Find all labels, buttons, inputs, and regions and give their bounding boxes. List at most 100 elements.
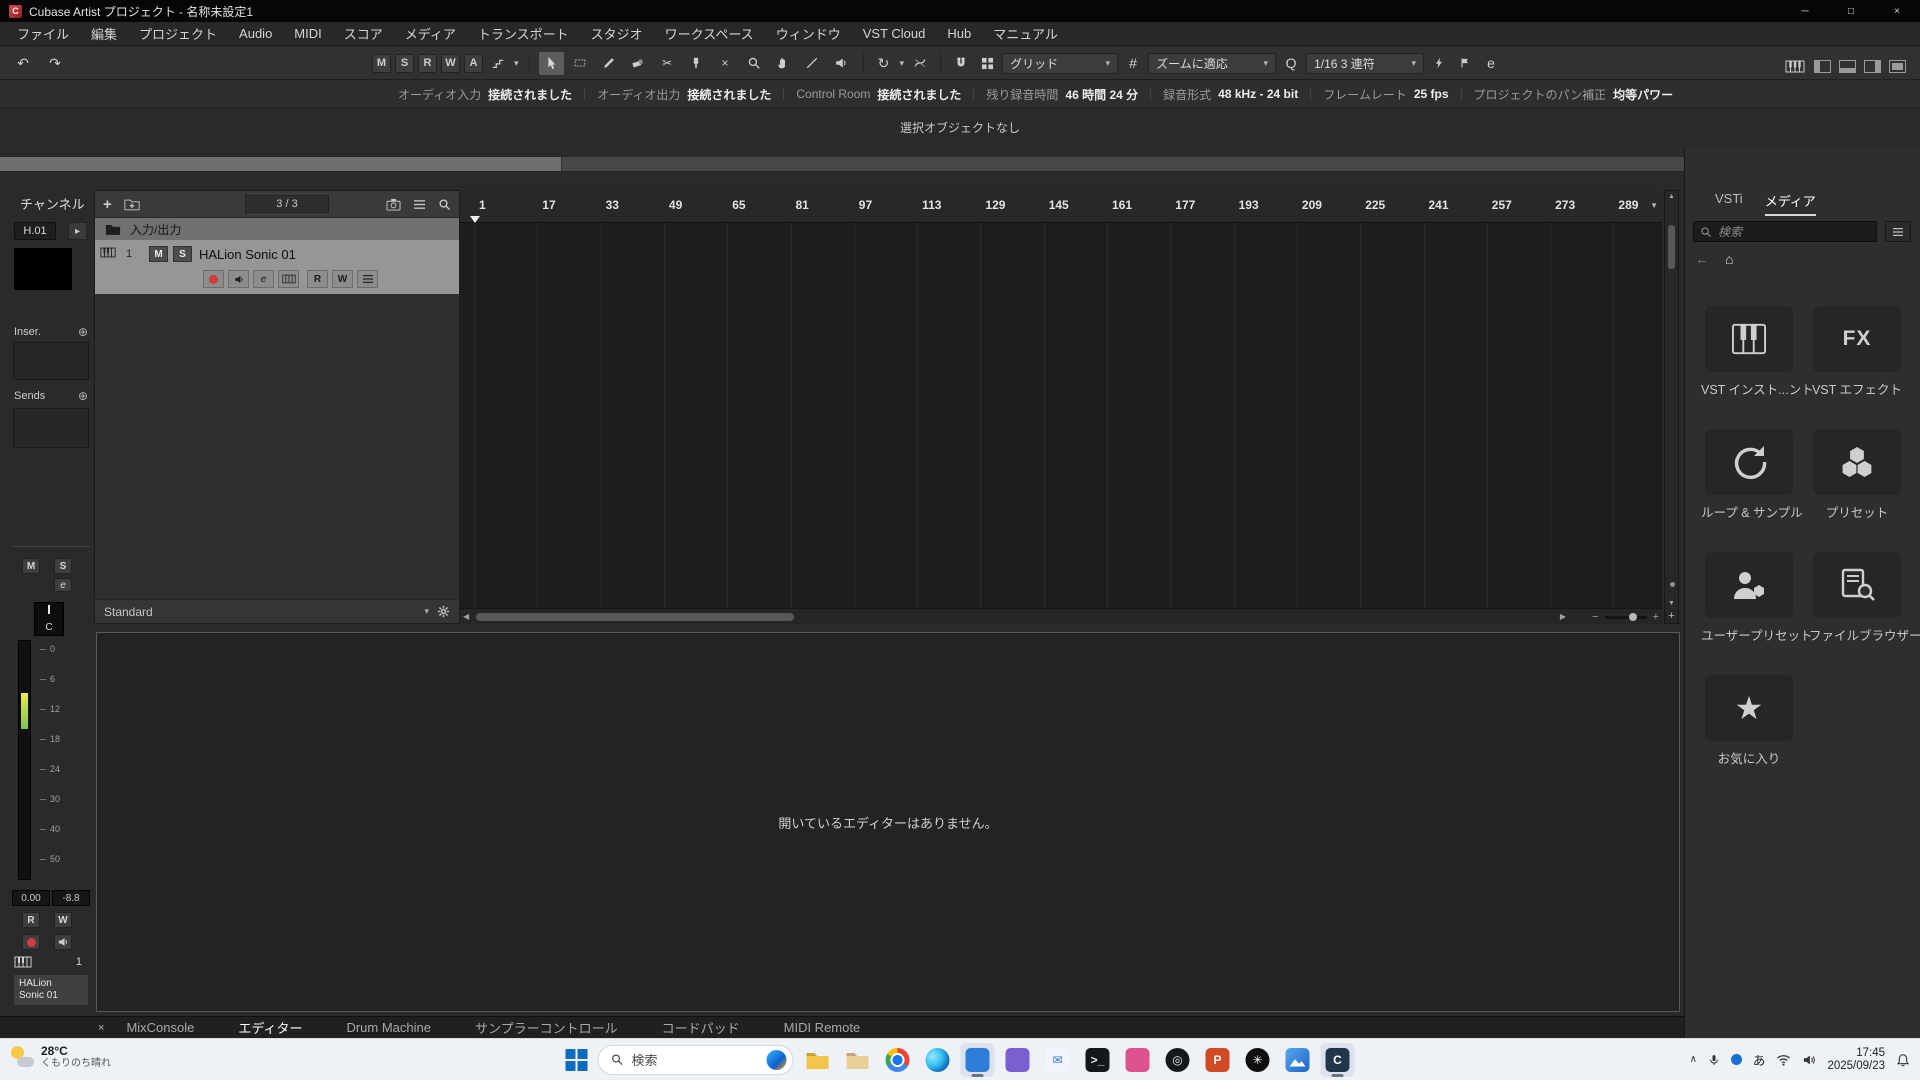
bluetooth-device-icon[interactable]: [1731, 1054, 1742, 1065]
edge-icon[interactable]: [921, 1043, 955, 1077]
automation-panel-icon[interactable]: [487, 51, 509, 75]
mic-icon[interactable]: [1708, 1053, 1720, 1067]
menu-item-5[interactable]: スコア: [333, 22, 394, 45]
line-tool-button[interactable]: [800, 52, 825, 75]
snap-grid-icon[interactable]: [976, 51, 998, 75]
zoom-in-icon[interactable]: +: [1653, 611, 1659, 623]
photos-app-icon[interactable]: [1281, 1043, 1315, 1077]
zoom-slider-thumb[interactable]: [1629, 613, 1637, 621]
rack-tab-media[interactable]: メディア: [1765, 191, 1816, 216]
zone-setup-toggle[interactable]: [1889, 60, 1906, 73]
menu-item-3[interactable]: Audio: [228, 22, 283, 45]
instrument-track-row[interactable]: 1 M S HALion Sonic 01 e R W: [95, 240, 459, 294]
channel-preset[interactable]: H.01: [14, 222, 56, 240]
menu-item-11[interactable]: VST Cloud: [852, 22, 937, 45]
play-tool-button[interactable]: [829, 52, 854, 75]
search-highlights-icon[interactable]: [767, 1050, 787, 1070]
volume-icon[interactable]: [1802, 1054, 1816, 1066]
menu-item-4[interactable]: MIDI: [283, 22, 332, 45]
scroll-right-icon[interactable]: ▶: [1560, 612, 1566, 621]
track-mute-button[interactable]: M: [149, 246, 168, 262]
zoom-preset-dot[interactable]: [1670, 582, 1675, 587]
use-track-preset-icon[interactable]: [124, 198, 140, 211]
lightning-icon[interactable]: [1428, 51, 1450, 75]
minimize-button[interactable]: ─: [1782, 0, 1828, 22]
lower-zone-tab-4[interactable]: コードパッド: [662, 1018, 740, 1037]
lower-zone-toggle[interactable]: [1839, 60, 1856, 73]
inserts-section-header[interactable]: Inser. ⊕: [14, 324, 88, 340]
status-segment-2[interactable]: Control Room接続されました: [796, 86, 961, 103]
timeline-ruler[interactable]: ▼ 11733496581971131291451611771932092252…: [460, 190, 1662, 223]
zoom-slider[interactable]: [1605, 616, 1647, 619]
preset-browse-icon[interactable]: ▸: [68, 222, 87, 240]
snap-magnet-icon[interactable]: [950, 51, 972, 75]
sends-section-header[interactable]: Sends ⊕: [14, 388, 88, 404]
split-tool-button[interactable]: ✂: [655, 52, 680, 75]
marker-flag-icon[interactable]: [1454, 51, 1476, 75]
redo-icon[interactable]: ↷: [44, 51, 66, 75]
quantize-preset-select[interactable]: 1/16 3 連符▾: [1306, 53, 1424, 74]
event-display[interactable]: [460, 223, 1662, 608]
ruler-options-icon[interactable]: ▼: [1650, 201, 1658, 210]
inspector-tab-channel[interactable]: チャンネル: [20, 194, 85, 213]
loop-icon[interactable]: [1705, 429, 1793, 495]
channel-edit-button[interactable]: e: [54, 578, 72, 592]
toolbar-automation-m-button[interactable]: M: [372, 54, 391, 73]
close-button[interactable]: ×: [1874, 0, 1920, 22]
chevron-down-icon[interactable]: ▾: [514, 58, 519, 69]
scroll-up-icon[interactable]: ▲: [1665, 193, 1678, 200]
documents-folder-icon[interactable]: [841, 1043, 875, 1077]
right-zone-toggle[interactable]: [1864, 60, 1881, 73]
media-tile-file-browser[interactable]: ファイルブラウザー: [1809, 552, 1905, 644]
status-segment-5[interactable]: フレームレート25 fps: [1323, 86, 1448, 103]
chevron-down-icon[interactable]: ▾: [900, 58, 905, 69]
menu-item-6[interactable]: メディア: [394, 22, 467, 45]
vertical-scrollbar[interactable]: ▲ ▼ +: [1664, 190, 1679, 624]
curve-type-icon[interactable]: [909, 51, 931, 75]
scroll-down-icon[interactable]: ▼: [1665, 600, 1678, 607]
folder-track-row[interactable]: 入力/出力: [95, 218, 459, 240]
file-explorer-icon[interactable]: [801, 1043, 835, 1077]
peak-readout[interactable]: -8.8: [52, 890, 90, 906]
edit-channel-settings-icon[interactable]: e: [1480, 51, 1502, 75]
track-solo-button[interactable]: S: [173, 246, 192, 262]
ime-indicator[interactable]: あ: [1753, 1050, 1766, 1069]
read-automation-button[interactable]: R: [22, 912, 40, 928]
media-tile-piano[interactable]: VST インスト...ント: [1701, 306, 1797, 398]
user-preset-icon[interactable]: [1705, 552, 1793, 618]
track-name[interactable]: HALion Sonic 01: [199, 247, 296, 262]
menu-item-9[interactable]: ワークスペース: [654, 22, 765, 45]
vertical-zoom-in-icon[interactable]: +: [1665, 610, 1678, 622]
media-tile-user-preset[interactable]: ユーザープリセット: [1701, 552, 1797, 644]
menu-item-10[interactable]: ウィンドウ: [765, 22, 852, 45]
project-cursor-marker[interactable]: [470, 216, 480, 223]
vertical-scroll-thumb[interactable]: [1668, 225, 1675, 269]
track-visibility-counter[interactable]: 3 / 3: [245, 195, 329, 213]
weather-widget[interactable]: 28°C くもりのち晴れ: [10, 1044, 111, 1070]
inserts-bypass-icon[interactable]: ⊕: [78, 325, 88, 339]
find-track-icon[interactable]: [438, 198, 451, 211]
notifications-bell-icon[interactable]: [1896, 1053, 1910, 1067]
channel-name-box[interactable]: HALion Sonic 01: [13, 974, 89, 1006]
media-tile-loop[interactable]: ループ & サンプル: [1701, 429, 1797, 521]
toolbar-automation-r-button[interactable]: R: [418, 54, 437, 73]
quantize-q-icon[interactable]: Q: [1280, 51, 1302, 75]
toolbar-automation-a-button[interactable]: A: [464, 54, 483, 73]
track-controls-settings-icon[interactable]: [413, 199, 426, 210]
file-browser-icon[interactable]: [1813, 552, 1901, 618]
lower-zone-tab-1[interactable]: エディター: [238, 1018, 302, 1037]
media-search-field[interactable]: 検索: [1693, 221, 1877, 242]
track-write-button[interactable]: W: [332, 270, 353, 288]
dark-circle-app-icon[interactable]: ◎: [1161, 1043, 1195, 1077]
gear-icon[interactable]: [437, 605, 450, 618]
track-control-preset[interactable]: Standard: [104, 605, 153, 619]
taskbar-search[interactable]: 検索: [598, 1045, 794, 1075]
channel-mute-button[interactable]: M: [22, 558, 40, 574]
glue-tool-button[interactable]: [684, 52, 709, 75]
media-tile-preset-hexagons[interactable]: プリセット: [1809, 429, 1905, 521]
media-tile-fx[interactable]: FXVST エフェクト: [1809, 306, 1905, 398]
piano-icon[interactable]: [1705, 306, 1793, 372]
overview-visible-range[interactable]: [0, 157, 562, 171]
fx-icon[interactable]: FX: [1813, 306, 1901, 372]
preset-hexagons-icon[interactable]: [1813, 429, 1901, 495]
